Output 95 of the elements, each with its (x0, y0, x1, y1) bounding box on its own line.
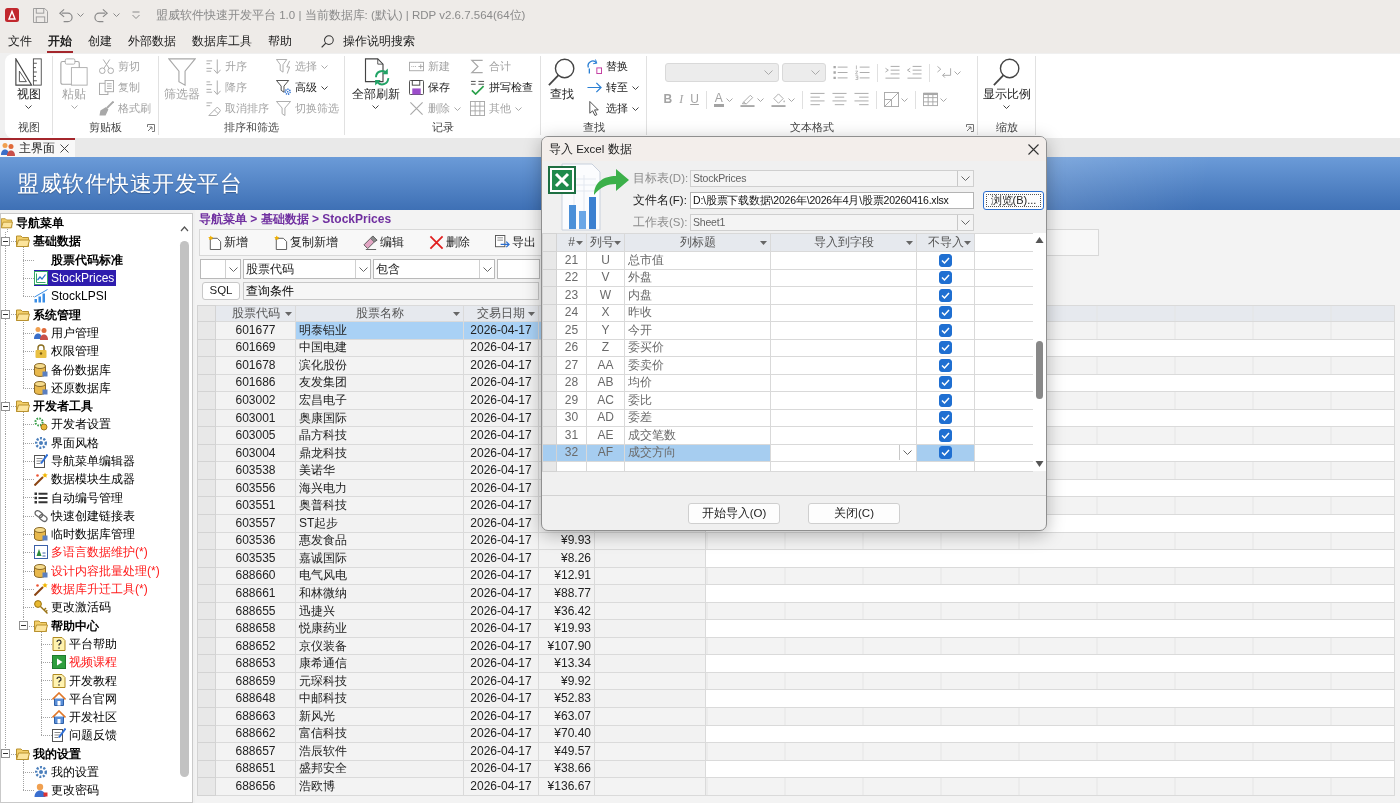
table-cell: 603002 (215, 391, 296, 410)
table-cell: 2026-04-17 (463, 742, 539, 761)
table-cell: 均价 (624, 374, 771, 392)
table-cell: 26 (556, 339, 587, 357)
table-cell: 31 (556, 426, 587, 444)
group-label: 视图 (17, 120, 40, 135)
table-cell: 23 (556, 286, 587, 304)
table-cell: 委差 (624, 409, 771, 427)
table-cell: 滨化股份 (295, 356, 464, 375)
table-cell: 21 (556, 251, 587, 269)
table-cell: 29 (556, 391, 587, 409)
table-cell: 奥普科技 (295, 496, 464, 515)
table-cell: 603551 (215, 496, 296, 515)
table-cell: 2026-04-17 (463, 391, 539, 410)
table-cell: 2026-04-17 (463, 532, 539, 550)
table-cell: 委买价 (624, 339, 771, 357)
table-cell: 成交笔数 (624, 426, 771, 444)
table-cell: 总市值 (624, 251, 771, 269)
table-cell: 28 (556, 374, 587, 392)
table-cell: 2026-04-17 (463, 637, 539, 655)
table-cell: 601678 (215, 356, 296, 375)
table-cell: ¥9.92 (538, 672, 595, 690)
table-cell: ¥63.07 (538, 707, 595, 726)
group-label: 剪贴板 (89, 120, 122, 135)
field-label: 工作表(S): (633, 215, 689, 230)
field-label: 目标表(D): (633, 171, 690, 186)
table-cell: 22 (556, 269, 587, 287)
table-cell: 2026-04-17 (463, 461, 539, 480)
table-cell: ¥12.91 (538, 567, 595, 585)
table-cell: 元琛科技 (295, 672, 464, 690)
table-cell: 内盘 (624, 286, 771, 304)
table-cell: ¥9.93 (538, 532, 595, 550)
table-cell: ¥107.90 (538, 637, 595, 655)
table-cell: 688652 (215, 637, 296, 655)
table-cell: 27 (556, 356, 587, 374)
table-cell: 25 (556, 321, 587, 339)
table-cell: AB (586, 374, 625, 392)
table-cell: 603536 (215, 532, 296, 550)
table-cell: 委比 (624, 391, 771, 409)
table-cell: AA (586, 356, 625, 374)
table-cell: 603005 (215, 426, 296, 445)
table-cell: 688659 (215, 672, 296, 690)
table-cell: V (586, 269, 625, 287)
table-cell: ¥49.57 (538, 742, 595, 761)
table-cell: 688656 (215, 777, 296, 796)
group-label: 查找 (582, 120, 605, 135)
table-cell: 惠发食品 (295, 532, 464, 550)
table-cell: 2026-04-17 (463, 707, 539, 726)
table-cell: 京仪装备 (295, 637, 464, 655)
table-cell: 2026-04-17 (463, 777, 539, 796)
table-cell: X (586, 304, 625, 322)
table-cell: 电气风电 (295, 567, 464, 585)
table-cell: 新风光 (295, 707, 464, 726)
table-cell: 688660 (215, 567, 296, 585)
table-cell: 688663 (215, 707, 296, 726)
table-cell: 603538 (215, 461, 296, 480)
group-label: 记录 (431, 120, 454, 135)
group-label: 排序和筛选 (224, 120, 279, 135)
group-label: 缩放 (995, 120, 1018, 135)
table-cell: U (586, 251, 625, 269)
table-cell: AE (586, 426, 625, 444)
table-cell: Y (586, 321, 625, 339)
table-cell: 688655 (215, 602, 296, 620)
table-cell: AC (586, 391, 625, 409)
table-cell: 浩欧博 (295, 777, 464, 796)
table-cell: AD (586, 409, 625, 427)
table-cell: 30 (556, 409, 587, 427)
table-cell: W (586, 286, 625, 304)
banner-title: 盟威软件快速开发平台 (17, 169, 242, 198)
group-label: 文本格式 (790, 120, 834, 135)
table-cell: 24 (556, 304, 587, 322)
dialog-title: 导入 Excel 数据 (549, 141, 632, 157)
table-cell: 宏昌电子 (295, 391, 464, 410)
table-cell: 晶方科技 (295, 426, 464, 445)
table-cell: 浩辰软件 (295, 742, 464, 761)
window-title: 盟威软件快速开发平台 1.0 | 当前数据库: (默认) | RDP v2.6.7.564(64位) (156, 7, 526, 23)
table-cell: 2026-04-17 (463, 672, 539, 690)
table-cell: 2026-04-17 (463, 356, 539, 375)
table-cell: 688657 (215, 742, 296, 761)
breadcrumb: 导航菜单 > 基础数据 > StockPrices (199, 212, 392, 226)
table-cell: 2026-04-17 (463, 567, 539, 585)
table-cell: 昨收 (624, 304, 771, 322)
table-cell: Z (586, 339, 625, 357)
table-cell: 2026-04-17 (463, 602, 539, 620)
table-cell: ¥136.67 (538, 777, 595, 796)
table-cell: 委卖价 (624, 356, 771, 374)
table-cell: 今开 (624, 321, 771, 339)
field-label: 文件名(F): (633, 193, 688, 208)
table-cell: 美诺华 (295, 461, 464, 480)
table-cell: ¥36.42 (538, 602, 595, 620)
table-cell: 外盘 (624, 269, 771, 287)
table-cell: 601677 (215, 321, 296, 340)
table-cell: 2026-04-17 (463, 426, 539, 445)
table-cell: 迅捷兴 (295, 602, 464, 620)
table-cell: 2026-04-17 (463, 496, 539, 515)
